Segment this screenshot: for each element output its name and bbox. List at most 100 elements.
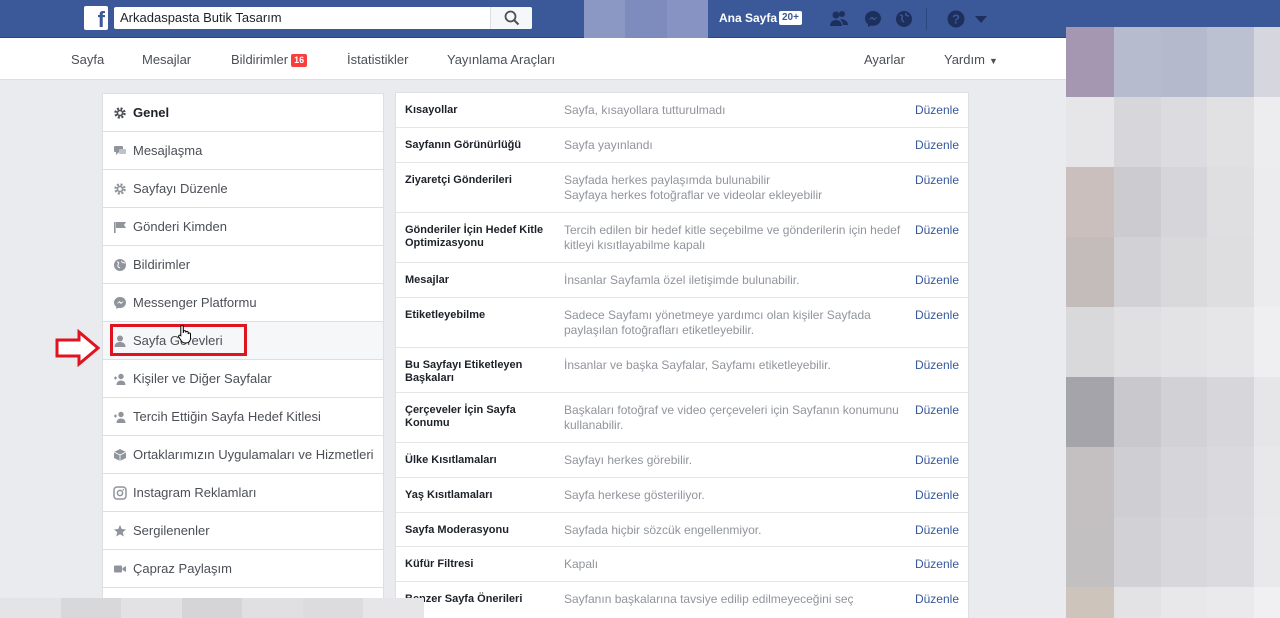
help-icon[interactable]: ?: [946, 9, 966, 29]
setting-name: Mesajlar: [405, 274, 450, 286]
tab-mesajlar[interactable]: Mesajlar: [142, 52, 191, 67]
sidebar-item-label: Tercih Ettiğin Sayfa Hedef Kitlesi: [133, 409, 321, 424]
settings-row: Küfür Filtresi Kapalı Düzenle: [396, 547, 968, 582]
settings-row: Gönderiler İçin Hedef Kitle Optimizasyon…: [396, 213, 968, 263]
settings-row: Bu Sayfayı Etiketleyen Başkaları İnsanla…: [396, 348, 968, 393]
chat-bubbles-icon: [114, 146, 126, 155]
edit-link[interactable]: Düzenle: [915, 403, 959, 417]
edit-link[interactable]: Düzenle: [915, 308, 959, 322]
help-menu[interactable]: Yardım ▼: [944, 52, 998, 67]
cube-icon: [113, 449, 127, 461]
setting-name: Sayfa Moderasyonu: [405, 524, 509, 536]
sidebar-item-sayfayi-duzenle[interactable]: Sayfayı Düzenle: [103, 170, 383, 208]
people-icon: [114, 411, 126, 423]
sidebar-item-label: Instagram Reklamları: [133, 485, 257, 500]
tab-sayfa[interactable]: Sayfa: [71, 52, 104, 67]
globe-icon[interactable]: [894, 9, 914, 29]
hand-cursor-icon: [178, 324, 191, 344]
settings-row: Sayfanın Görünürlüğü Sayfa yayınlandı Dü…: [396, 128, 968, 163]
sidebar-item-mesajlasma[interactable]: Mesajlaşma: [103, 132, 383, 170]
sidebar-item-ortaklarimizin-uygulamalari[interactable]: Ortaklarımızın Uygulamaları ve Hizmetler…: [103, 436, 383, 474]
tab-bildirimler[interactable]: Bildirimler 16: [231, 52, 308, 67]
notification-badge: 16: [291, 54, 308, 67]
sidebar-item-sergilenenler[interactable]: Sergilenenler: [103, 512, 383, 550]
sidebar-item-label: Genel: [133, 105, 170, 120]
setting-name: Ülke Kısıtlamaları: [405, 454, 497, 466]
setting-value: Sayfa yayınlandı: [564, 138, 653, 152]
tab-istatistikler[interactable]: İstatistikler: [347, 52, 408, 67]
sidebar-item-genel[interactable]: Genel: [103, 94, 383, 132]
help-label: Yardım: [944, 52, 985, 67]
svg-text:?: ?: [952, 12, 960, 27]
settings-row: Sayfa Moderasyonu Sayfada hiçbir sözcük …: [396, 513, 968, 547]
edit-link[interactable]: Düzenle: [915, 488, 959, 502]
settings-row: Ülke Kısıtlamaları Sayfayı herkes görebi…: [396, 443, 968, 478]
edit-link[interactable]: Düzenle: [915, 358, 959, 372]
settings-row: Etiketleyebilme Sadece Sayfamı yönetmeye…: [396, 298, 968, 348]
sidebar-item-gonderi-kimden[interactable]: Gönderi Kimden: [103, 208, 383, 246]
setting-value: Sayfanın başkalarına tavsiye edilip edil…: [564, 592, 854, 606]
settings-panel: Kısayollar Sayfa, kısayollara tutturulma…: [395, 92, 969, 618]
setting-value: İnsanlar Sayfamla özel iletişimde buluna…: [564, 273, 800, 287]
setting-name: Etiketleyebilme: [405, 309, 486, 321]
setting-name: Çerçeveler İçin Sayfa Konumu: [405, 404, 516, 429]
instagram-icon: [113, 486, 127, 500]
facebook-logo-icon[interactable]: f: [84, 6, 108, 32]
sidebar-item-capraz-paylasim[interactable]: Çapraz Paylaşım: [103, 550, 383, 588]
gear-icon: [114, 183, 126, 195]
edit-link[interactable]: Düzenle: [915, 173, 959, 187]
home-link[interactable]: Ana Sayfa: [719, 11, 777, 25]
edit-link[interactable]: Düzenle: [915, 557, 959, 571]
setting-name: Bu Sayfayı Etiketleyen Başkaları: [405, 359, 523, 384]
edit-link[interactable]: Düzenle: [915, 273, 959, 287]
gear-icon: [114, 107, 126, 119]
setting-value: İnsanlar ve başka Sayfalar, Sayfamı etik…: [564, 358, 831, 372]
page-nav: Sayfa Mesajlar Bildirimler 16 İstatistikl…: [0, 38, 1066, 80]
sidebar-item-bildirimler[interactable]: Bildirimler: [103, 246, 383, 284]
sidebar-item-label: Ortaklarımızın Uygulamaları ve Hizmetler…: [133, 447, 374, 462]
sidebar-item-kisiler-ve-diger-sayfalar[interactable]: Kişiler ve Diğer Sayfalar: [103, 360, 383, 398]
edit-link[interactable]: Düzenle: [915, 138, 959, 152]
search-button[interactable]: [490, 7, 532, 29]
setting-value: Sayfada hiçbir sözcük engellenmiyor.: [564, 523, 762, 537]
annotation-arrow-icon: [55, 329, 101, 367]
sidebar-item-label: Sergilenenler: [133, 523, 210, 538]
sidebar-item-label: Çapraz Paylaşım: [133, 561, 232, 576]
sidebar-item-tercih-ettigin-sayfa-hedef-kitlesi[interactable]: Tercih Ettiğin Sayfa Hedef Kitlesi: [103, 398, 383, 436]
setting-name: Gönderiler İçin Hedef Kitle Optimizasyon…: [405, 224, 544, 249]
sidebar-item-label: Kişiler ve Diğer Sayfalar: [133, 371, 272, 386]
setting-name: Benzer Sayfa Önerileri: [405, 593, 523, 605]
edit-link[interactable]: Düzenle: [915, 453, 959, 467]
tab-ayarlar[interactable]: Ayarlar: [864, 52, 905, 67]
edit-link[interactable]: Düzenle: [915, 103, 959, 117]
caret-down-icon: ▼: [988, 56, 998, 66]
edit-link[interactable]: Düzenle: [915, 223, 959, 237]
settings-row: Ziyaretçi Gönderileri Sayfada herkes pay…: [396, 163, 968, 213]
caret-down-icon[interactable]: [971, 9, 991, 29]
setting-name: Kısayollar: [405, 104, 458, 116]
search-input[interactable]: Arkadaspasta Butik Tasarım: [120, 10, 282, 25]
settings-row: Yaş Kısıtlamaları Sayfa herkese gösteril…: [396, 478, 968, 513]
divider: [926, 8, 927, 30]
sidebar-item-instagram-reklamlari[interactable]: Instagram Reklamları: [103, 474, 383, 512]
setting-value: Sayfa, kısayollara tutturulmadı: [564, 103, 726, 117]
edit-link[interactable]: Düzenle: [915, 523, 959, 537]
search-box[interactable]: Arkadaspasta Butik Tasarım: [114, 7, 532, 29]
setting-name: Küfür Filtresi: [405, 558, 474, 570]
setting-value: Sadece Sayfamı yönetmeye yardımcı olan k…: [564, 308, 871, 337]
sidebar-item-label: Messenger Platformu: [133, 295, 257, 310]
edit-link[interactable]: Düzenle: [915, 592, 959, 606]
sidebar-item-messenger-platformu[interactable]: Messenger Platformu: [103, 284, 383, 322]
blurred-bottom-bar: [0, 598, 425, 618]
friends-icon[interactable]: [829, 9, 849, 29]
search-icon: [504, 10, 520, 26]
tab-yayinlama-araclari[interactable]: Yayınlama Araçları: [447, 52, 555, 67]
video-camera-icon: [114, 565, 126, 573]
setting-value: Sayfayı herkes görebilir.: [564, 453, 693, 467]
setting-value: Sayfa herkese gösteriliyor.: [564, 488, 705, 502]
globe-icon: [114, 259, 126, 271]
blurred-sidebar: [1066, 27, 1280, 618]
messenger-icon[interactable]: [863, 9, 883, 29]
sidebar-item-label: Sayfayı Düzenle: [133, 181, 228, 196]
setting-name: Ziyaretçi Gönderileri: [405, 174, 512, 186]
